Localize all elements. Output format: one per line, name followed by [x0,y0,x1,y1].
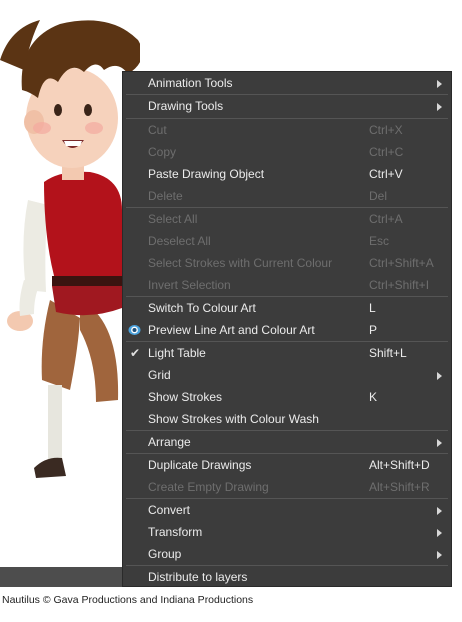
menu-item-label: Light Table [148,346,206,360]
menu-item-label: Copy [148,145,177,159]
menu-item-label: Drawing Tools [148,99,224,113]
menu-item-show-strokes[interactable]: Show Strokes K [123,386,451,408]
submenu-arrow-icon [437,507,442,515]
menu-item-label: Transform [148,525,203,539]
menu-item-shortcut: Alt+Shift+R [369,480,430,494]
menu-item-group[interactable]: Group [123,543,451,565]
menu-item-label: Select All [148,212,198,226]
menu-item-copy[interactable]: Copy Ctrl+C [123,141,451,163]
menu-item-transform[interactable]: Transform [123,521,451,543]
submenu-arrow-icon [437,372,442,380]
menu-item-shortcut: P [369,323,378,337]
submenu-arrow-icon [437,439,442,447]
cartoon-character-illustration [0,20,140,478]
menu-item-deselect-all[interactable]: Deselect All Esc [123,230,451,252]
menu-item-shortcut: Ctrl+C [369,145,404,159]
menu-item-label: Invert Selection [148,278,231,292]
submenu-arrow-icon [437,80,442,88]
menu-item-label: Preview Line Art and Colour Art [148,323,315,337]
submenu-arrow-icon [437,551,442,559]
menu-item-cut[interactable]: Cut Ctrl+X [123,119,451,141]
menu-item-label: Select Strokes with Current Colour [148,256,333,270]
submenu-arrow-icon [437,529,442,537]
menu-item-shortcut: Ctrl+X [369,123,403,137]
submenu-arrow-icon [437,103,442,111]
menu-item-light-table[interactable]: ✔ Light Table Shift+L [123,342,451,364]
menu-item-label: Duplicate Drawings [148,458,252,472]
menu-item-shortcut: L [369,301,376,315]
checkmark-icon: ✔ [130,346,141,360]
canvas-bottom-strip [0,567,122,587]
menu-item-shortcut: Esc [369,234,390,248]
menu-item-shortcut: Ctrl+A [369,212,403,226]
menu-item-label: Switch To Colour Art [148,301,256,315]
menu-item-drawing-tools[interactable]: Drawing Tools [123,95,451,117]
eye-icon [128,325,141,335]
menu-item-grid[interactable]: Grid [123,364,451,386]
menu-item-label: Deselect All [148,234,211,248]
menu-item-select-strokes-current-colour[interactable]: Select Strokes with Current Colour Ctrl+… [123,252,451,274]
menu-item-label: Arrange [148,435,191,449]
image-credit: Nautilus © Gava Productions and Indiana … [2,594,254,606]
menu-item-label: Show Strokes [148,390,223,404]
menu-item-label: Distribute to layers [148,570,248,584]
menu-item-preview-line-art[interactable]: Preview Line Art and Colour Art P [123,319,451,341]
menu-item-shortcut: Ctrl+Shift+I [369,278,430,292]
menu-item-show-strokes-colour-wash[interactable]: Show Strokes with Colour Wash [123,408,451,430]
menu-item-label: Delete [148,189,183,203]
menu-item-label: Convert [148,503,191,517]
menu-item-label: Show Strokes with Colour Wash [148,412,319,426]
menu-item-delete[interactable]: Delete Del [123,185,451,207]
menu-item-paste-drawing-object[interactable]: Paste Drawing Object Ctrl+V [123,163,451,185]
context-menu: Animation Tools Drawing Tools Cut Ctrl+X… [122,71,452,587]
menu-item-shortcut: Shift+L [369,346,407,360]
menu-item-convert[interactable]: Convert [123,499,451,521]
menu-item-arrange[interactable]: Arrange [123,431,451,453]
menu-item-label: Create Empty Drawing [148,480,269,494]
menu-item-label: Paste Drawing Object [148,167,265,181]
menu-item-shortcut: Alt+Shift+D [369,458,430,472]
menu-item-label: Grid [148,368,171,382]
menu-item-shortcut: Del [369,189,388,203]
menu-item-distribute-to-layers[interactable]: Distribute to layers [123,566,451,588]
menu-item-label: Group [148,547,182,561]
menu-item-invert-selection[interactable]: Invert Selection Ctrl+Shift+I [123,274,451,296]
menu-item-shortcut: K [369,390,378,404]
menu-item-select-all[interactable]: Select All Ctrl+A [123,208,451,230]
menu-item-label: Cut [148,123,167,137]
menu-item-shortcut: Ctrl+V [369,167,403,181]
menu-item-create-empty-drawing[interactable]: Create Empty Drawing Alt+Shift+R [123,476,451,498]
menu-item-animation-tools[interactable]: Animation Tools [123,72,451,94]
menu-item-label: Animation Tools [148,76,233,90]
menu-item-duplicate-drawings[interactable]: Duplicate Drawings Alt+Shift+D [123,454,451,476]
menu-item-switch-to-colour-art[interactable]: Switch To Colour Art L [123,297,451,319]
menu-item-shortcut: Ctrl+Shift+A [369,256,434,270]
